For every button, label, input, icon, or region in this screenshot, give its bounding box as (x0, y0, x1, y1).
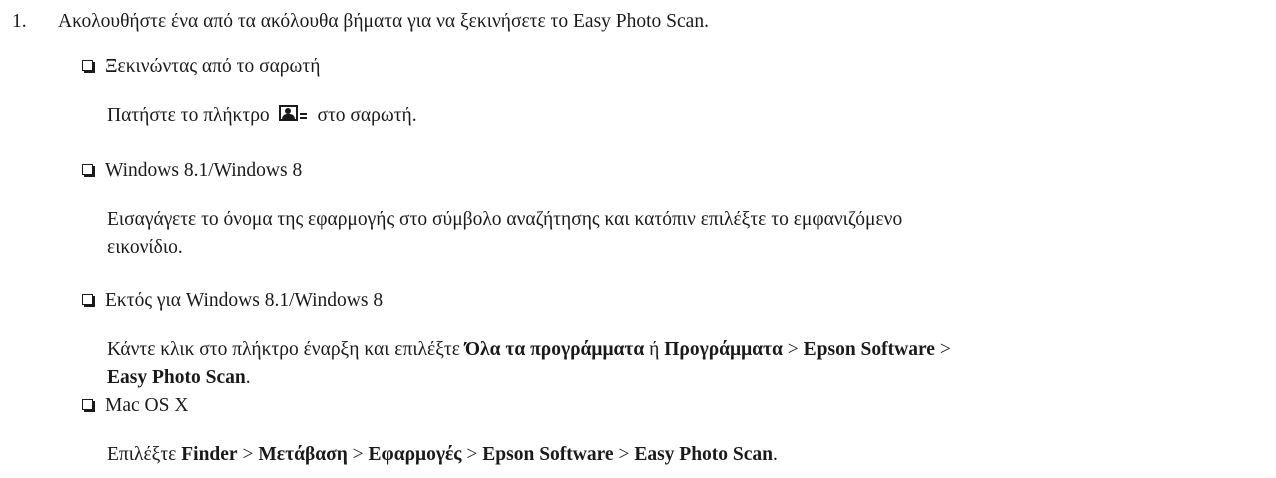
path-separator: > (613, 444, 635, 465)
menu-path-easy-photo-scan: Easy Photo Scan (107, 367, 246, 388)
menu-path-programs: Προγράμματα (664, 339, 783, 360)
option-title: Mac OS X (105, 395, 189, 416)
path-separator: > (782, 339, 804, 360)
path-separator: > (237, 444, 259, 465)
option-title: Εκτός για Windows 8.1/Windows 8 (105, 290, 384, 311)
path-separator: > (347, 444, 369, 465)
checkbox-bullet-icon (82, 399, 93, 410)
desc-text: στο σαρωτή. (317, 105, 417, 126)
menu-path-epson-software: Epson Software (803, 339, 935, 360)
desc-text: . (773, 444, 778, 465)
menu-path-finder: Finder (181, 444, 238, 465)
option-desc: Κάντε κλικ στο πλήκτρο έναρξη και επιλέξ… (107, 336, 1272, 392)
desc-text: Κάντε κλικ στο πλήκτρο έναρξη και επιλέξ… (107, 339, 465, 360)
desc-text: . (245, 367, 251, 388)
photo-scan-button-icon (278, 104, 311, 124)
desc-text: Επιλέξτε (107, 444, 182, 465)
menu-path-easy-photo-scan: Easy Photo Scan (634, 444, 774, 465)
desc-text: ή (644, 339, 665, 360)
option-desc: Εισαγάγετε το όνομα της εφαρμογής στο σύ… (107, 206, 1276, 262)
desc-line: Εισαγάγετε το όνομα της εφαρμογής στο σύ… (107, 209, 903, 230)
option-title: Ξεκινώντας από το σαρωτή (105, 56, 321, 77)
checkbox-bullet-icon (82, 294, 93, 305)
checkbox-bullet-icon (82, 164, 93, 175)
option-desc: Επιλέξτε Finder > Μετάβαση > Εφαρμογές >… (107, 441, 1276, 469)
menu-path-go: Μετάβαση (258, 444, 348, 465)
path-separator: > (461, 444, 483, 465)
option-scanner: Ξεκινώντας από το σαρωτή (82, 53, 1272, 81)
menu-path-epson-software: Epson Software (482, 444, 614, 465)
option-windows8: Windows 8.1/Windows 8 (82, 157, 1272, 185)
desc-text: Πατήστε το πλήκτρο (107, 105, 270, 126)
menu-path-applications: Εφαρμογές (368, 444, 462, 465)
menu-path-all-programs: Όλα τα προγράμματα (464, 339, 645, 360)
desc-line: εικονίδιο. (107, 237, 183, 258)
option-other-windows: Εκτός για Windows 8.1/Windows 8 (82, 287, 1272, 315)
path-separator: > (934, 339, 951, 360)
checkbox-bullet-icon (82, 60, 93, 71)
option-mac: Mac OS X (82, 392, 1272, 420)
step-text: Ακολουθήστε ένα από τα ακόλουθα βήματα γ… (58, 11, 709, 32)
option-desc: Πατήστε το πλήκτρο στο σαρωτή. (107, 102, 1276, 130)
option-title: Windows 8.1/Windows 8 (105, 160, 303, 181)
step-number: 1. (12, 11, 27, 32)
